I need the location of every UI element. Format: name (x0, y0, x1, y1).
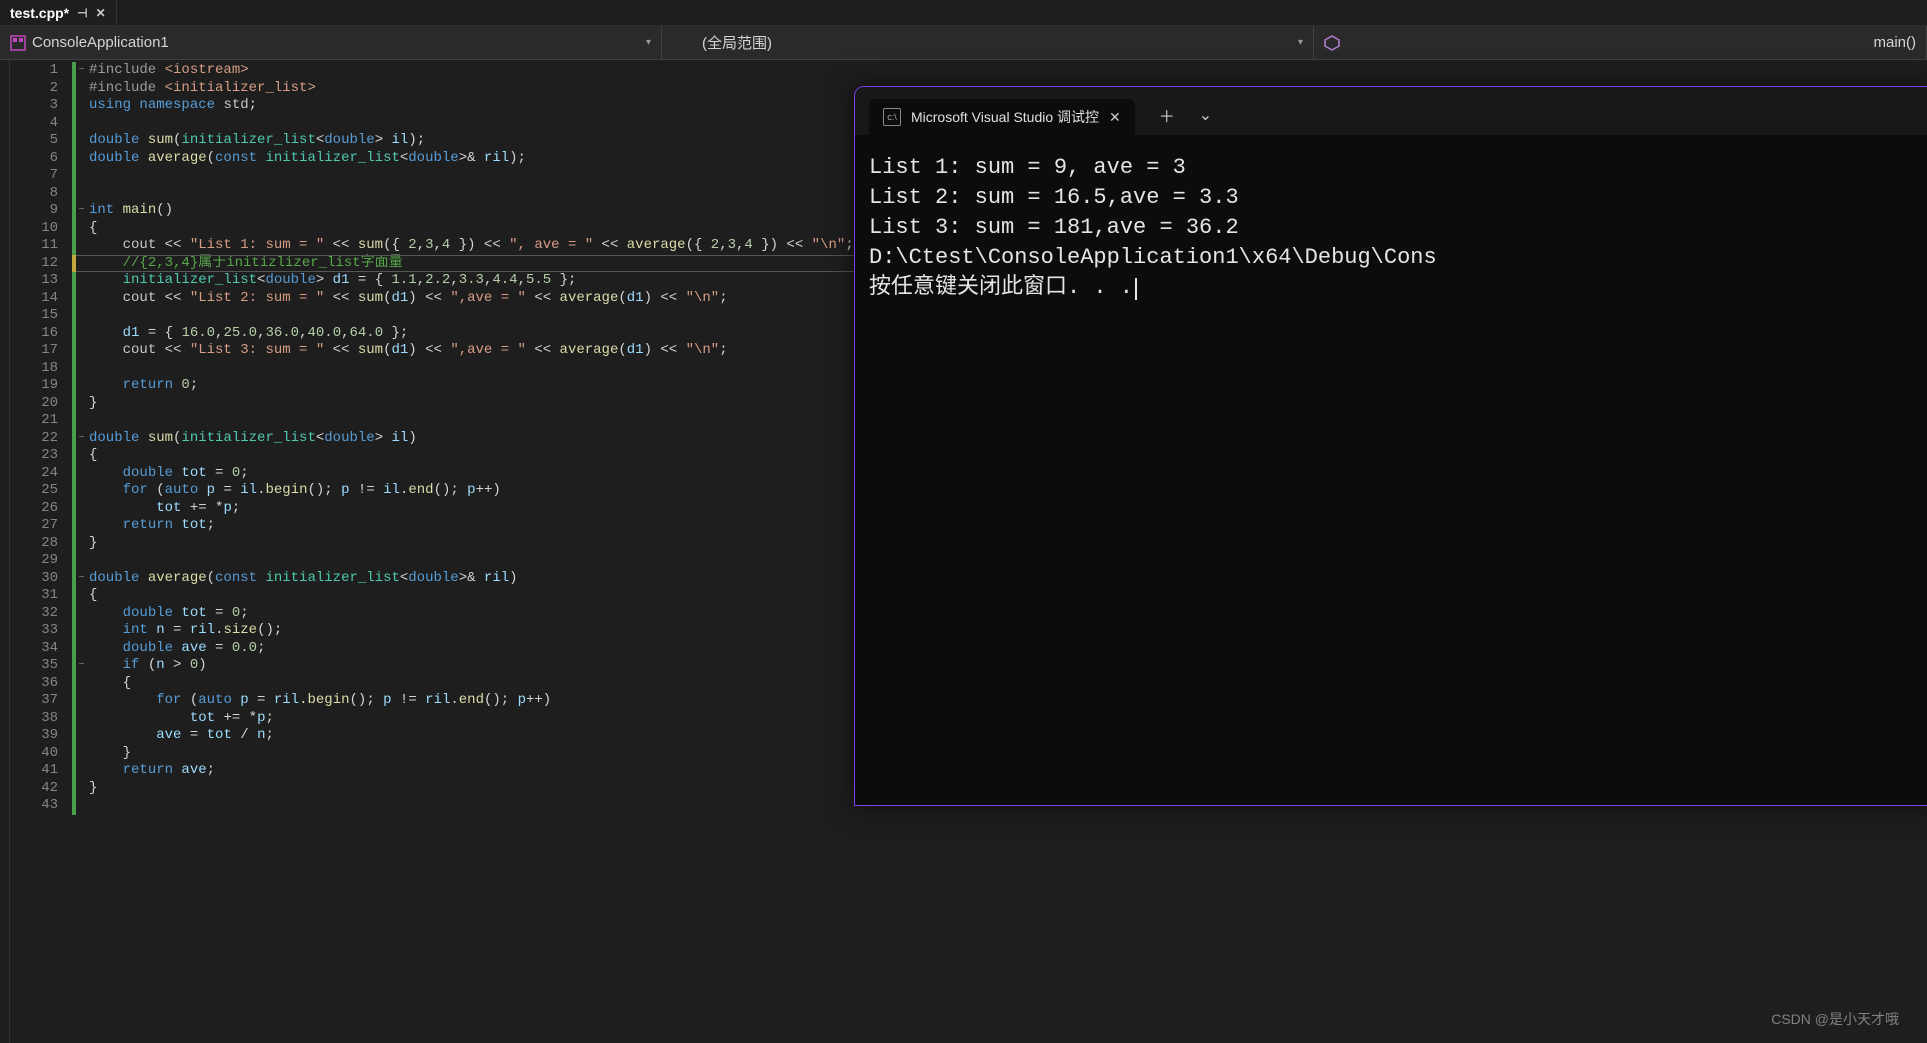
project-dropdown[interactable]: ConsoleApplication1 ▾ (0, 26, 662, 59)
close-icon[interactable]: ✕ (1109, 109, 1121, 126)
close-icon[interactable]: ✕ (96, 6, 106, 20)
fold-toggle[interactable]: − (76, 657, 87, 675)
terminal-titlebar[interactable]: c:\ Microsoft Visual Studio 调试控 ✕ ＋ ⌄ (855, 87, 1927, 135)
function-dropdown[interactable]: main() (1314, 26, 1927, 59)
chevron-down-icon: ▾ (646, 37, 651, 48)
project-icon (10, 35, 26, 51)
fold-toggle[interactable]: − (76, 430, 87, 448)
fold-toggle[interactable]: − (76, 202, 87, 220)
method-icon (1324, 35, 1340, 51)
terminal-output[interactable]: List 1: sum = 9, ave = 3List 2: sum = 16… (855, 135, 1927, 321)
terminal-tab[interactable]: c:\ Microsoft Visual Studio 调试控 ✕ (869, 99, 1135, 135)
new-tab-icon[interactable]: ＋ (1159, 103, 1175, 127)
navigation-bar: ConsoleApplication1 ▾ (全局范围) ▾ main() (0, 26, 1927, 60)
file-tab[interactable]: test.cpp* ⊣ ✕ (0, 0, 117, 25)
pin-icon[interactable]: ⊣ (77, 6, 87, 20)
chevron-down-icon[interactable]: ⌄ (1199, 105, 1212, 125)
terminal-actions: ＋ ⌄ (1159, 103, 1212, 127)
scope-label: (全局范围) (672, 32, 772, 53)
terminal-title: Microsoft Visual Studio 调试控 (911, 107, 1099, 127)
file-tab-title: test.cpp* (10, 5, 69, 21)
debug-console-window: c:\ Microsoft Visual Studio 调试控 ✕ ＋ ⌄ Li… (854, 86, 1927, 806)
chevron-down-icon: ▾ (1298, 37, 1303, 48)
function-label: main() (1873, 34, 1916, 51)
scope-dropdown[interactable]: (全局范围) ▾ (662, 26, 1314, 59)
fold-toggle[interactable]: − (76, 570, 87, 588)
document-tabbar: test.cpp* ⊣ ✕ (0, 0, 1927, 26)
line-number-gutter: 1234567891011121314151617181920212223242… (10, 60, 72, 1043)
project-label: ConsoleApplication1 (32, 34, 169, 51)
outline-margin (0, 60, 10, 1043)
watermark: CSDN @是小天才哦 (1771, 1009, 1899, 1029)
fold-toggle[interactable]: − (76, 62, 87, 80)
terminal-icon: c:\ (883, 108, 901, 126)
